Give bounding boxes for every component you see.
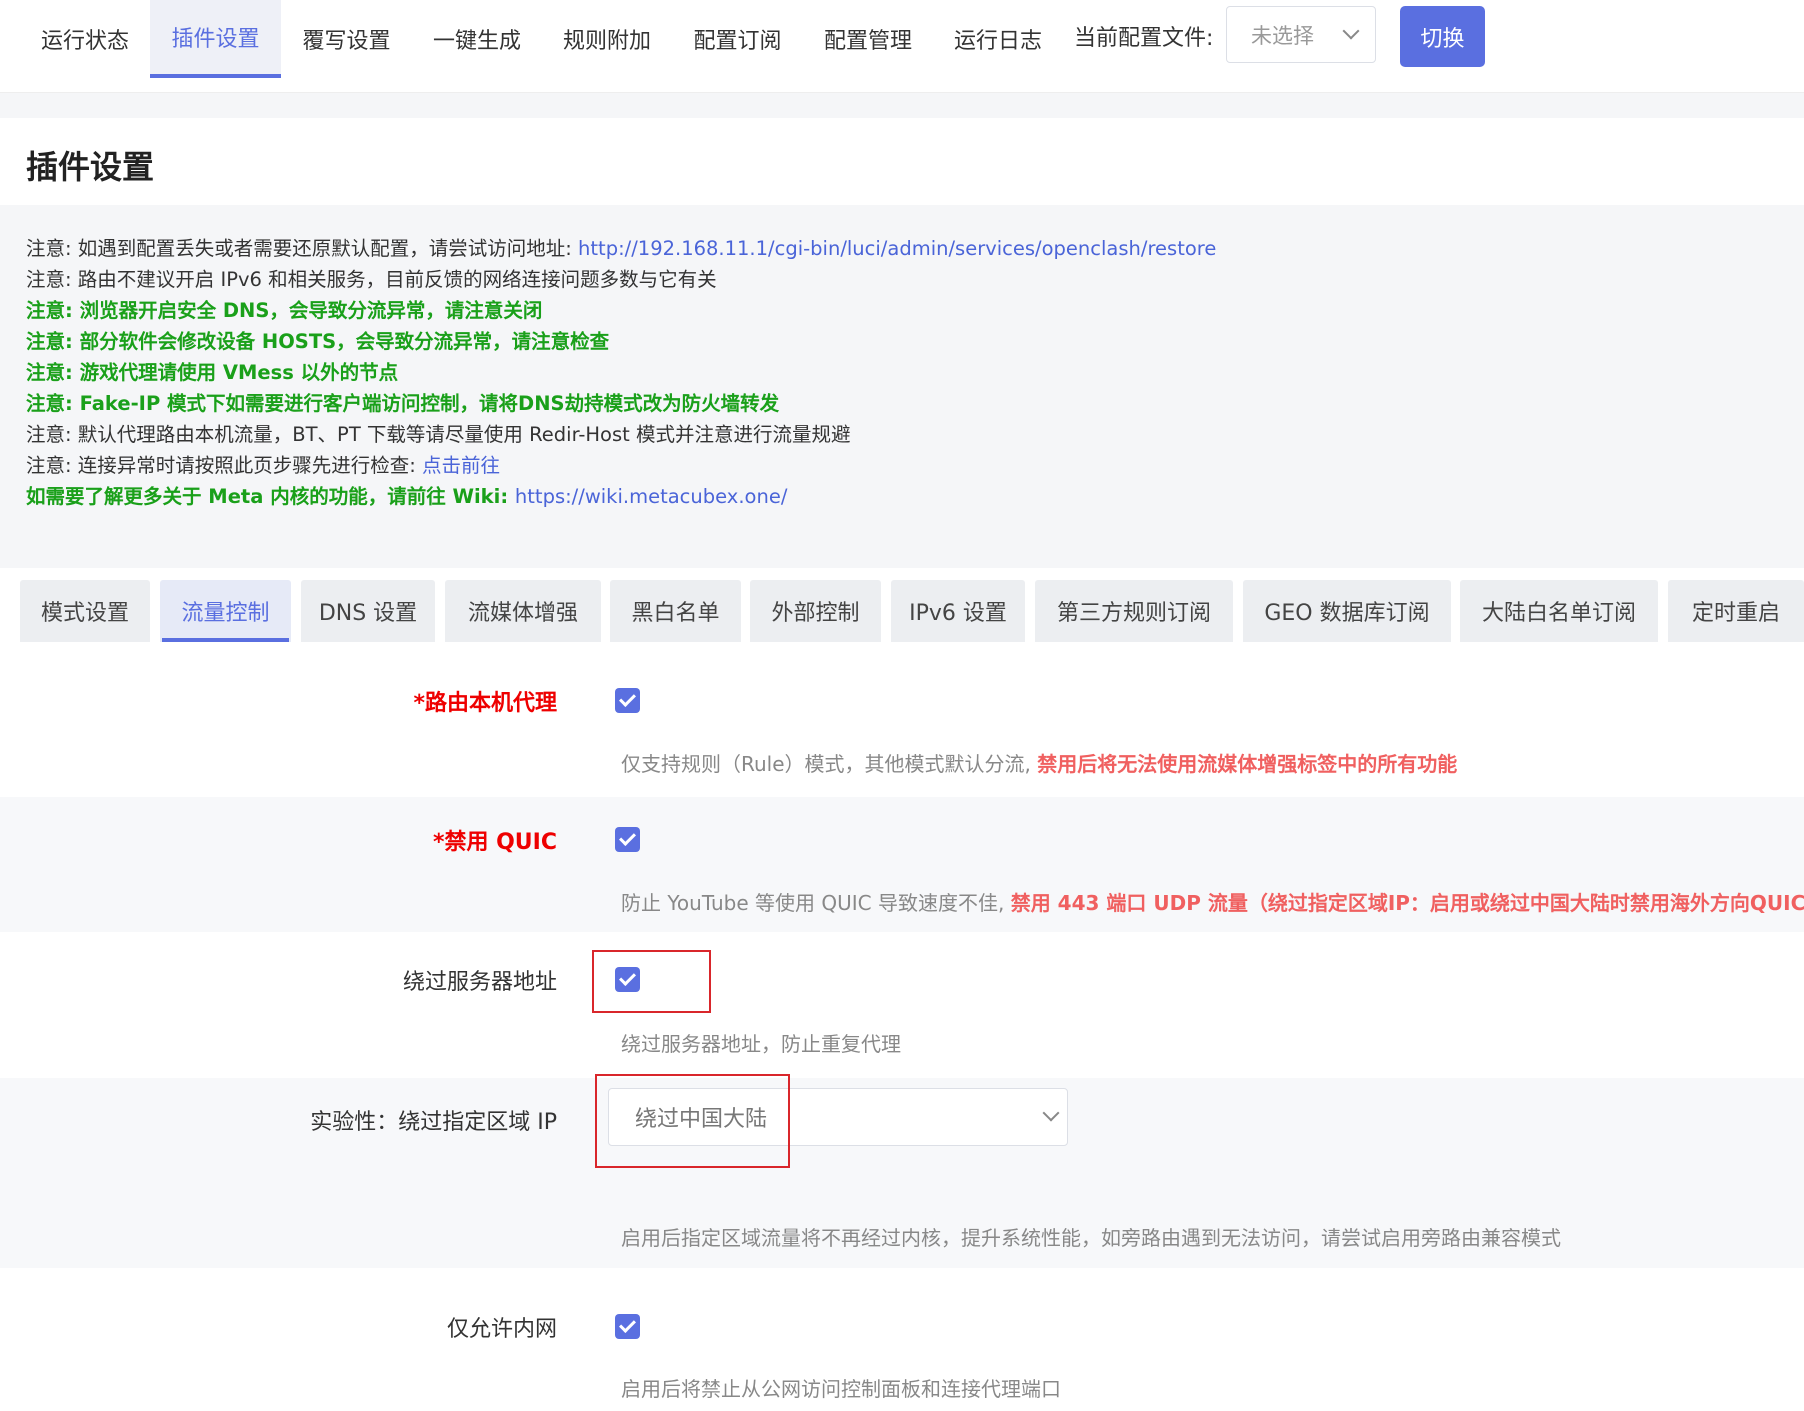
- tab-geo-database[interactable]: GEO 数据库订阅: [1243, 580, 1451, 642]
- disable-quic-desc: 防止 YouTube 等使用 QUIC 导致速度不佳, 禁用 443 端口 UD…: [621, 887, 1804, 916]
- row-bypass-server-address: 绕过服务器地址 绕过服务器地址，防止重复代理: [0, 932, 1804, 1078]
- settings-subtabs: 模式设置 流量控制 DNS 设置 流媒体增强 黑白名单 外部控制 IPv6 设置…: [0, 568, 1804, 642]
- highlight-box: [595, 1074, 790, 1168]
- route-local-desc-text: 仅支持规则（Rule）模式，其他模式默认分流,: [621, 752, 1038, 776]
- tab-ipv6-settings[interactable]: IPv6 设置: [891, 580, 1025, 642]
- bypass-server-desc: 绕过服务器地址，防止重复代理: [621, 1032, 901, 1056]
- restore-link[interactable]: http://192.168.11.1/cgi-bin/luci/admin/s…: [578, 237, 1216, 260]
- nav-tab-rule-append[interactable]: 规则附加: [542, 0, 672, 78]
- route-local-proxy-label: *路由本机代理: [413, 691, 557, 716]
- lan-only-desc: 启用后将禁止从公网访问控制面板和连接代理端口: [621, 1377, 1061, 1401]
- note-connection-text: 注意: 连接异常时请按照此页步骤先进行检查:: [26, 454, 423, 477]
- switch-button[interactable]: 切换: [1400, 6, 1485, 67]
- note-fake-ip: 注意: Fake-IP 模式下如需要进行客户端访问控制，请将DNS劫持模式改为防…: [26, 392, 780, 415]
- tab-black-white-list[interactable]: 黑白名单: [610, 580, 741, 642]
- page-title: 插件设置: [26, 148, 155, 186]
- nav-tab-one-click-generate[interactable]: 一键生成: [412, 0, 542, 78]
- note-meta-wiki: 如需要了解更多关于 Meta 内核的功能，请前往 Wiki: https://w…: [26, 481, 1804, 512]
- config-file-select[interactable]: 未选择: [1226, 6, 1376, 63]
- note-restore: 注意: 如遇到配置丢失或者需要还原默认配置，请尝试访问地址: http://19…: [26, 233, 1804, 264]
- highlight-box: [592, 950, 711, 1013]
- row-bypass-region-ip: 实验性：绕过指定区域 IP 绕过中国大陆 启用后指定区域流量将不再经过内核，提升…: [0, 1074, 1804, 1268]
- tab-third-party-rules[interactable]: 第三方规则订阅: [1035, 580, 1233, 642]
- note-game-proxy: 注意: 游戏代理请使用 VMess 以外的节点: [26, 361, 399, 384]
- disable-quic-desc-text: 防止 YouTube 等使用 QUIC 导致速度不佳,: [621, 891, 1011, 915]
- row-route-local-proxy: *路由本机代理 仅支持规则（Rule）模式，其他模式默认分流, 禁用后将无法使用…: [0, 642, 1804, 797]
- bypass-region-label: 实验性：绕过指定区域 IP: [310, 1110, 557, 1135]
- tab-external-control[interactable]: 外部控制: [750, 580, 881, 642]
- chevron-down-icon: [1342, 22, 1360, 40]
- tab-mode-settings[interactable]: 模式设置: [20, 580, 150, 642]
- current-config-label: 当前配置文件:: [1074, 26, 1214, 51]
- config-file-value: 未选择: [1251, 23, 1314, 48]
- note-secure-dns: 注意: 浏览器开启安全 DNS，会导致分流异常，请注意关闭: [26, 299, 543, 322]
- row-lan-only: 仅允许内网 启用后将禁止从公网访问控制面板和连接代理端口: [0, 1268, 1804, 1411]
- tab-dns-settings[interactable]: DNS 设置: [301, 580, 435, 642]
- nav-tab-config-subscribe[interactable]: 配置订阅: [672, 0, 803, 78]
- bypass-server-label: 绕过服务器地址: [402, 970, 557, 995]
- wiki-link[interactable]: https://wiki.metacubex.one/: [515, 485, 787, 508]
- nav-tab-run-log[interactable]: 运行日志: [933, 0, 1063, 78]
- nav-tab-status[interactable]: 运行状态: [20, 0, 150, 78]
- tab-streaming-enhance[interactable]: 流媒体增强: [445, 580, 601, 642]
- nav-tab-plugin-settings[interactable]: 插件设置: [150, 0, 281, 78]
- note-bt-pt: 注意: 默认代理路由本机流量，BT、PT 下载等请尽量使用 Redir-Host…: [26, 423, 851, 446]
- lan-only-checkbox[interactable]: [615, 1314, 640, 1339]
- note-hosts: 注意: 部分软件会修改设备 HOSTS，会导致分流异常，请注意检查: [26, 330, 610, 353]
- lan-only-label: 仅允许内网: [446, 1317, 557, 1342]
- note-restore-text: 注意: 如遇到配置丢失或者需要还原默认配置，请尝试访问地址:: [26, 237, 579, 260]
- bypass-region-desc: 启用后指定区域流量将不再经过内核，提升系统性能，如旁路由遇到无法访问，请尝试启用…: [621, 1226, 1561, 1250]
- route-local-proxy-checkbox[interactable]: [615, 688, 640, 713]
- note-wiki-text: 如需要了解更多关于 Meta 内核的功能，请前往 Wiki:: [26, 485, 515, 508]
- tab-mainland-whitelist[interactable]: 大陆白名单订阅: [1460, 580, 1658, 642]
- note-ipv6: 注意: 路由不建议开启 IPv6 和相关服务，目前反馈的网络连接问题多数与它有关: [26, 268, 717, 291]
- row-disable-quic: *禁用 QUIC 防止 YouTube 等使用 QUIC 导致速度不佳, 禁用 …: [0, 797, 1804, 932]
- note-connection-check: 注意: 连接异常时请按照此页步骤先进行检查: 点击前往: [26, 450, 1804, 481]
- top-nav: 运行状态 插件设置 覆写设置 一键生成 规则附加 配置订阅 配置管理 运行日志 …: [0, 0, 1804, 93]
- nav-divider-band: [0, 93, 1804, 118]
- chevron-down-icon: [1042, 1104, 1060, 1122]
- disable-quic-label: *禁用 QUIC: [432, 830, 557, 855]
- disable-quic-desc-warning: 禁用 443 端口 UDP 流量（绕过指定区域IP：启用或绕过中国大陆时禁用海外…: [1010, 891, 1804, 915]
- route-local-proxy-desc: 仅支持规则（Rule）模式，其他模式默认分流, 禁用后将无法使用流媒体增强标签中…: [621, 748, 1457, 777]
- check-guide-link[interactable]: 点击前往: [422, 454, 500, 477]
- disable-quic-checkbox[interactable]: [615, 827, 640, 852]
- route-local-desc-warning: 禁用后将无法使用流媒体增强标签中的所有功能: [1037, 752, 1458, 776]
- tab-scheduled-restart[interactable]: 定时重启: [1668, 580, 1804, 642]
- tab-traffic-control[interactable]: 流量控制: [160, 580, 291, 642]
- nav-tab-config-manage[interactable]: 配置管理: [803, 0, 933, 78]
- nav-tab-override-settings[interactable]: 覆写设置: [281, 0, 412, 78]
- notes-panel: 注意: 如遇到配置丢失或者需要还原默认配置，请尝试访问地址: http://19…: [0, 205, 1804, 569]
